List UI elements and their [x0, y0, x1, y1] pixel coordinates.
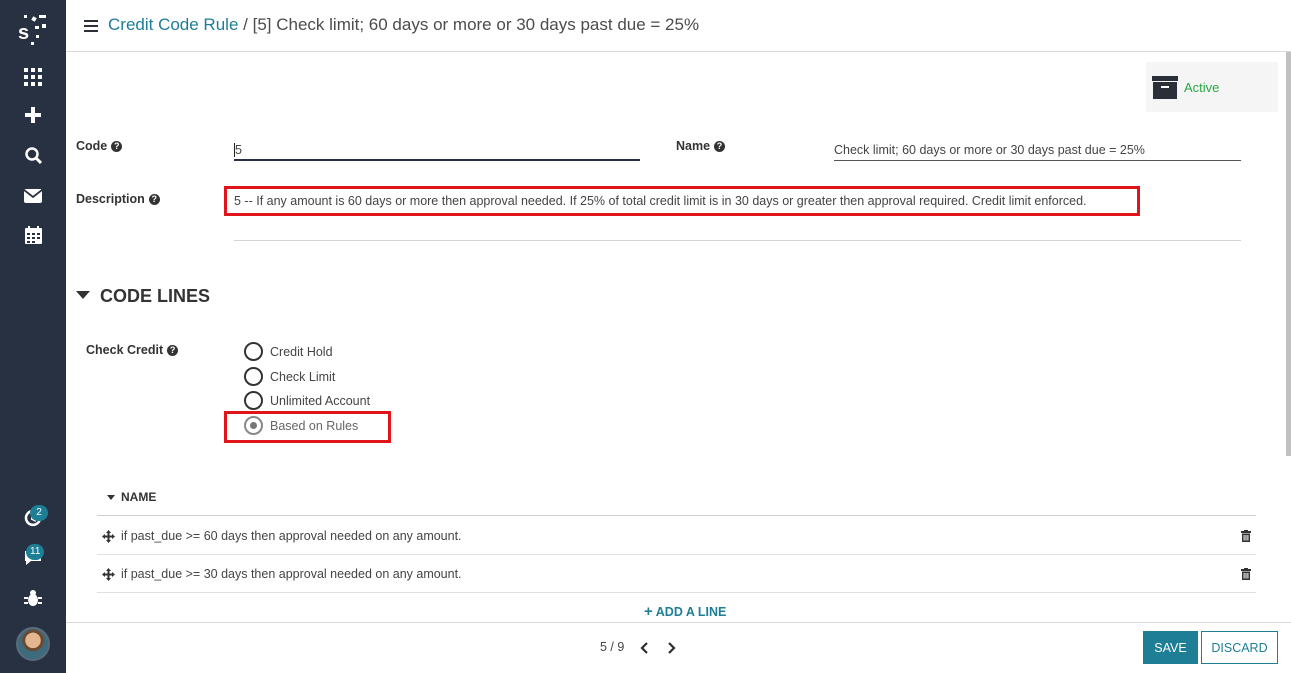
radio-label: Unlimited Account: [270, 393, 371, 408]
pager-value[interactable]: 5 / 9: [600, 640, 624, 654]
description-divider: [234, 240, 1241, 241]
form-footer: 5 / 9 SAVE DISCARD: [66, 622, 1291, 673]
apps-grid-icon[interactable]: [0, 67, 66, 87]
name-label: Name?: [676, 139, 726, 153]
breadcrumb: Credit Code Rule / [5] Check limit; 60 d…: [108, 15, 699, 35]
code-label-text: Code: [76, 139, 108, 153]
add-line-button[interactable]: + ADD A LINE: [644, 603, 726, 620]
breadcrumb-current: [5] Check limit; 60 days or more or 30 d…: [252, 15, 700, 34]
check-credit-label-text: Check Credit: [86, 343, 164, 357]
code-help-icon[interactable]: ?: [111, 141, 123, 152]
radio-label: Credit Hold: [270, 344, 333, 359]
description-label: Description?: [76, 192, 160, 206]
check-credit-label: Check Credit?: [86, 343, 179, 357]
code-field[interactable]: 5: [234, 143, 242, 157]
trash-icon[interactable]: [1241, 568, 1251, 580]
radio-circle-selected[interactable]: [244, 416, 263, 435]
caret-down-icon: [76, 291, 90, 299]
name-field-underline: [834, 160, 1241, 161]
discard-button[interactable]: DISCARD: [1201, 631, 1278, 664]
breadcrumb-parent-link[interactable]: Credit Code Rule: [108, 15, 238, 34]
calendar-icon[interactable]: [0, 225, 66, 245]
avatar[interactable]: [16, 627, 50, 661]
row-name-cell[interactable]: if past_due >= 30 days then approval nee…: [121, 567, 462, 581]
save-button[interactable]: SAVE: [1143, 631, 1198, 664]
radio-check-limit[interactable]: Check Limit: [244, 367, 335, 386]
radio-based-on-rules[interactable]: Based on Rules: [244, 416, 358, 435]
add-line-label: ADD A LINE: [655, 605, 727, 619]
search-icon[interactable]: [0, 145, 66, 165]
active-toggle-button[interactable]: Active: [1146, 62, 1278, 112]
status-label: Active: [1184, 80, 1220, 95]
description-help-icon[interactable]: ?: [148, 194, 160, 205]
activity-badge: 2: [30, 505, 48, 521]
drag-handle-icon[interactable]: [102, 568, 115, 581]
sidebar: s 2 11: [0, 0, 66, 673]
radio-label: Based on Rules: [270, 418, 359, 433]
logo-icon[interactable]: s: [0, 10, 66, 50]
check-credit-help-icon[interactable]: ?: [167, 345, 179, 356]
description-field[interactable]: 5 -- If any amount is 60 days or more th…: [234, 194, 1087, 208]
control-panel: Credit Code Rule / [5] Check limit; 60 d…: [66, 0, 1291, 52]
radio-label: Check Limit: [270, 369, 336, 384]
radio-unlimited-account[interactable]: Unlimited Account: [244, 391, 370, 410]
table-row[interactable]: if past_due >= 30 days then approval nee…: [97, 555, 1256, 593]
form-sheet: Active Code? 5 Name? Check limit; 60 day…: [66, 52, 1287, 622]
chevron-right-icon[interactable]: [668, 642, 676, 654]
trash-icon[interactable]: [1241, 530, 1251, 542]
name-help-icon[interactable]: ?: [714, 141, 726, 152]
code-lines-section-toggle[interactable]: CODE LINES: [76, 286, 210, 307]
bug-icon[interactable]: [0, 587, 66, 609]
table-row[interactable]: if past_due >= 60 days then approval nee…: [97, 517, 1256, 555]
breadcrumb-separator: /: [243, 15, 248, 34]
vertical-scrollbar[interactable]: [1286, 52, 1291, 456]
chat-badge: 11: [26, 544, 45, 560]
radio-credit-hold[interactable]: Credit Hold: [244, 342, 333, 361]
name-column-header[interactable]: NAME: [121, 490, 156, 504]
sort-caret-icon: [107, 495, 115, 500]
code-field-underline: [234, 159, 640, 161]
code-label: Code?: [76, 139, 123, 153]
chevron-left-icon[interactable]: [640, 642, 648, 654]
radio-circle[interactable]: [244, 367, 263, 386]
radio-circle[interactable]: [244, 391, 263, 410]
name-field[interactable]: Check limit; 60 days or more or 30 days …: [834, 143, 1145, 157]
menu-toggle-icon[interactable]: [84, 20, 98, 32]
svg-text:s: s: [18, 22, 29, 44]
drag-handle-icon[interactable]: [102, 530, 115, 543]
mail-icon[interactable]: [0, 186, 66, 206]
name-label-text: Name: [676, 139, 711, 153]
row-name-cell[interactable]: if past_due >= 60 days then approval nee…: [121, 529, 462, 543]
code-lines-title: CODE LINES: [100, 286, 211, 306]
description-label-text: Description: [76, 192, 145, 206]
plus-icon: +: [644, 603, 653, 620]
archive-icon: [1152, 76, 1178, 99]
plus-icon[interactable]: [0, 105, 66, 125]
lines-table-header: NAME: [97, 488, 1256, 516]
radio-circle[interactable]: [244, 342, 263, 361]
